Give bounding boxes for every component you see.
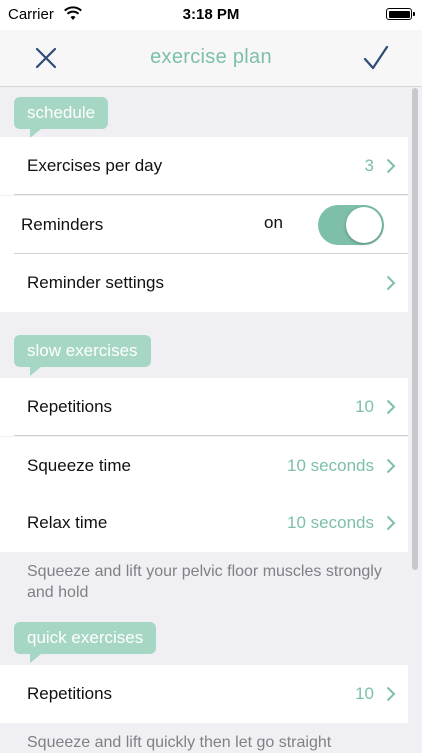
row-reminder-settings[interactable]: Reminder settings [0,254,408,312]
row-value: 10 [355,397,374,416]
row-quick-repetitions[interactable]: Repetitions 10 [0,665,408,723]
status-time: 3:18 PM [182,6,240,23]
row-label: Repetitions [27,397,113,416]
row-exercises-per-day[interactable]: Exercises per day 3 [0,137,408,195]
scrollbar[interactable] [412,88,418,570]
battery-icon [386,8,415,20]
page-title: exercise plan [150,46,272,68]
chevron-right-icon [386,515,396,531]
row-label: Repetitions [27,684,113,703]
chevron-right-icon [386,158,396,174]
reminders-toggle[interactable] [318,205,384,245]
row-reminders: Reminders on [0,196,408,254]
row-label: Reminders [21,215,104,234]
row-value: 3 [364,156,374,175]
row-value: 10 [355,684,374,703]
chevron-right-icon [386,275,396,291]
navigation-bar: exercise plan [0,30,422,87]
row-slow-repetitions[interactable]: Repetitions 10 [0,378,408,436]
toggle-state-label: on [264,213,283,232]
section-tag-quick-exercises: quick exercises [14,622,157,663]
row-label: Reminder settings [27,273,165,292]
toggle-knob [346,207,382,243]
chevron-right-icon [386,399,396,415]
row-label: Relax time [27,513,108,532]
status-bar: Carrier 3:18 PM [0,0,422,30]
row-squeeze-time[interactable]: Squeeze time 10 seconds [0,437,408,495]
checkmark-icon[interactable] [360,42,392,74]
chevron-right-icon [386,458,396,474]
row-relax-time[interactable]: Relax time 10 seconds [0,494,408,552]
row-label: Exercises per day [27,156,163,175]
row-value: 10 seconds [287,513,374,532]
slow-exercises-description: Squeeze and lift your pelvic floor muscl… [27,563,382,601]
section-tag-slow-exercises: slow exercises [14,335,151,376]
row-value: 10 seconds [287,456,374,475]
row-label: Squeeze time [27,456,131,475]
section-tag-schedule: schedule [14,97,109,138]
chevron-right-icon [386,686,396,702]
